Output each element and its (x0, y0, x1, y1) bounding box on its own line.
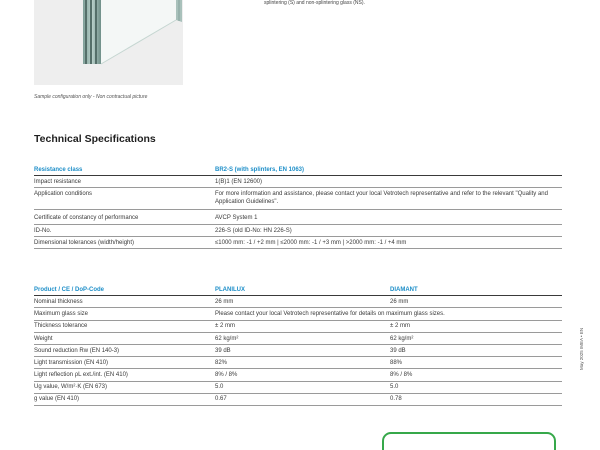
diamant-value: 39 dB (390, 347, 406, 354)
diamant-value: ± 2 mm (390, 323, 410, 330)
table-row: Maximum glass size Please contact your l… (34, 308, 562, 321)
planilux-value: 0.67 (215, 396, 227, 403)
planilux-value: 82% (215, 359, 228, 366)
header-value: BR2-S (with splinters, EN 1063) (215, 166, 305, 173)
table-row: Sound reduction Rw (EN 140-3) 39 dB 39 d… (34, 345, 562, 358)
diamant-value: 62 kg/m² (390, 335, 414, 342)
planilux-value: 5.0 (215, 384, 224, 391)
table-row: Application conditions For more informat… (34, 188, 562, 210)
header-diamant: DIAMANT (390, 286, 418, 293)
resistance-table: Resistance class BR2-S (with splinters, … (34, 164, 562, 250)
image-caption: Sample configuration only - Non contract… (34, 94, 148, 100)
glass-panels-illustration (83, 0, 182, 65)
row-value: 1(B)1 (EN 12600) (215, 178, 263, 185)
table-row: Light reflection ρL ext./int. (EN 410) 8… (34, 369, 562, 382)
planilux-value: 39 dB (215, 347, 231, 354)
planilux-value: 8% / 8% (215, 372, 238, 379)
diamant-value: 8% / 8% (390, 372, 413, 379)
diamant-value: 26 mm (390, 298, 409, 305)
row-label: Nominal thickness (34, 298, 83, 305)
row-value: ≤1000 mm: -1 / +2 mm | ≤2000 mm: -1 / +3… (215, 239, 407, 246)
diamant-value: 5.0 (390, 384, 399, 391)
planilux-value: 62 kg/m² (215, 335, 239, 342)
row-label: Application conditions (34, 191, 93, 198)
document-date-label: May 2025 IMEA • EN (579, 327, 584, 370)
diamant-value: 88% (390, 359, 403, 366)
row-label: Certificate of constancy of performance (34, 215, 139, 222)
table-row: Light transmission (EN 410) 82% 88% (34, 357, 562, 370)
row-label: Impact resistance (34, 178, 82, 185)
table-row: ID-No. 226-S (old ID-No: HN 226-S) (34, 225, 562, 237)
intro-text: splintering (S) and non-splintering glas… (264, 0, 365, 6)
table-row: Weight 62 kg/m² 62 kg/m² (34, 333, 562, 345)
row-label: Dimensional tolerances (width/height) (34, 239, 135, 246)
glass-sample-photo (34, 0, 183, 85)
diamant-value: 0.78 (390, 396, 402, 403)
planilux-value: 26 mm (215, 298, 234, 305)
table-row: g value (EN 410) 0.67 0.78 (34, 394, 562, 406)
table-row: Certificate of constancy of performance … (34, 213, 562, 225)
header-planilux: PLANILUX (215, 286, 245, 293)
row-label: Light transmission (EN 410) (34, 359, 109, 366)
table-header-row: Resistance class BR2-S (with splinters, … (34, 164, 562, 177)
row-value: For more information and assistance, ple… (215, 191, 548, 205)
table-row: Nominal thickness 26 mm 26 mm (34, 296, 562, 309)
table-row: Thickness tolerance ± 2 mm ± 2 mm (34, 321, 562, 333)
green-outline-box (382, 432, 556, 450)
row-label: g value (EN 410) (34, 396, 80, 403)
header-label: Product / CE / DoP-Code (34, 286, 105, 293)
row-label: ID-No. (34, 227, 52, 234)
row-value: 226-S (old ID-No: HN 226-S) (215, 227, 292, 234)
planilux-value: ± 2 mm (215, 323, 235, 330)
row-label: Weight (34, 335, 53, 342)
row-label: Thickness tolerance (34, 323, 88, 330)
table-row: Dimensional tolerances (width/height) ≤1… (34, 237, 562, 250)
table-row: Impact resistance 1(B)1 (EN 12600) (34, 176, 562, 189)
row-value: AVCP System 1 (215, 215, 258, 222)
section-title: Technical Specifications (34, 133, 156, 145)
row-label: Sound reduction Rw (EN 140-3) (34, 347, 120, 354)
row-label: Maximum glass size (34, 311, 89, 318)
table-row: Ug value, W/m²·K (EN 673) 5.0 5.0 (34, 382, 562, 394)
row-label: Light reflection ρL ext./int. (EN 410) (34, 372, 128, 379)
table-header-row: Product / CE / DoP-Code PLANILUX DIAMANT (34, 284, 562, 297)
product-table: Product / CE / DoP-Code PLANILUX DIAMANT… (34, 284, 562, 406)
row-label: Ug value, W/m²·K (EN 673) (34, 384, 108, 391)
merged-value: Please contact your local Vetrotech repr… (215, 311, 445, 318)
header-label: Resistance class (34, 166, 83, 173)
